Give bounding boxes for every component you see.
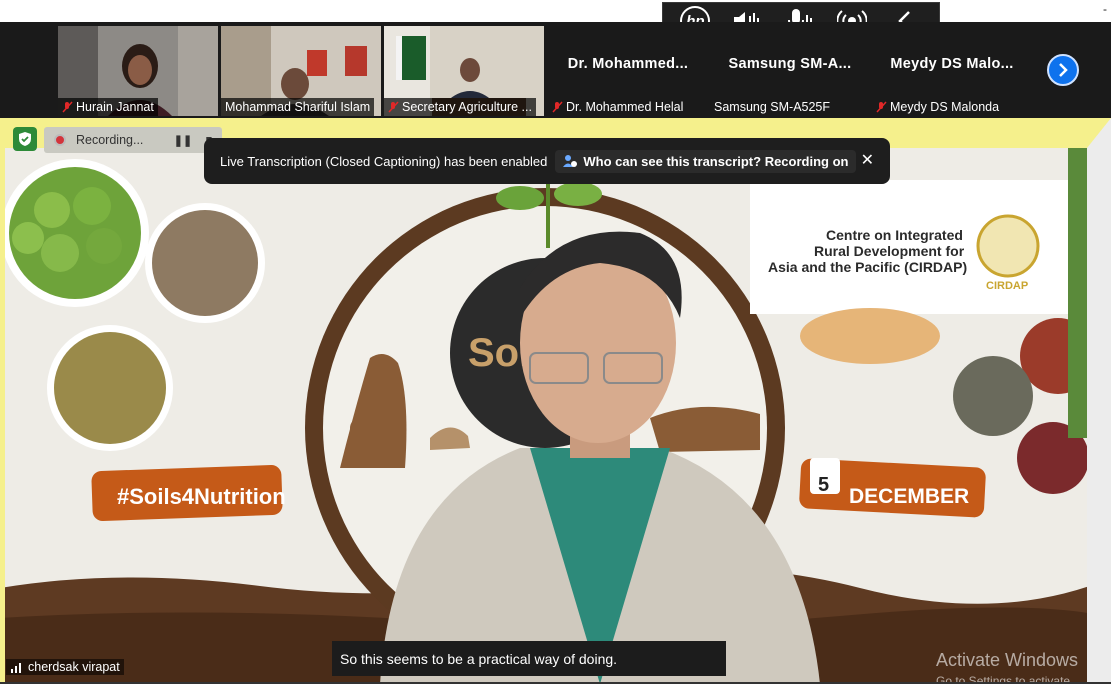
participant-display-name: Meydy DS Malo...: [890, 56, 1014, 72]
live-caption: So this seems to be a practical way of d…: [332, 641, 726, 676]
muted-mic-icon: [388, 101, 399, 113]
participant-name-label: Dr. Mohammed Helal: [548, 98, 687, 116]
participant-tile[interactable]: Hurain Jannat: [58, 26, 218, 116]
participant-name-label: Samsung SM-A525F: [714, 100, 831, 114]
activate-windows-title: Activate Windows: [936, 650, 1079, 670]
participant-tile[interactable]: Samsung SM-A... Samsung SM-A525F: [710, 26, 870, 116]
transcript-visibility-link[interactable]: Who can see this transcript? Recording o…: [555, 149, 857, 173]
cirdap-caption: CIRDAP: [986, 280, 1028, 292]
participant-tile[interactable]: Meydy DS Malo... Meydy DS Malonda: [872, 26, 1032, 116]
participant-name-label: Secretary Agriculture ...: [384, 98, 536, 116]
active-speaker-video: #Soils4Nutrition Soi Centre on Integrate…: [0, 118, 1111, 684]
participant-name-label: Hurain Jannat: [58, 98, 158, 116]
participant-name-label: Mohammad Shariful Islam: [221, 98, 375, 116]
close-icon[interactable]: ✕: [861, 150, 874, 170]
muted-mic-icon: [62, 101, 73, 113]
participant-name-label: Meydy DS Malonda: [872, 98, 1003, 116]
pause-recording-icon[interactable]: ❚❚: [174, 131, 192, 149]
active-speaker-label: cherdsak virapat: [6, 659, 124, 675]
security-shield-icon[interactable]: [13, 127, 37, 151]
transcription-notice: Live Transcription (Closed Captioning) h…: [204, 138, 890, 184]
muted-mic-icon: [552, 101, 563, 113]
participant-tile[interactable]: Mohammad Shariful Islam: [221, 26, 381, 116]
participant-display-name: Samsung SM-A...: [728, 56, 852, 72]
virtual-background-scene: #Soils4Nutrition Soi Centre on Integrate…: [0, 118, 1111, 684]
date-day-text: 5: [818, 474, 829, 496]
participant-tile[interactable]: Dr. Mohammed... Dr. Mohammed Helal: [548, 26, 708, 116]
cirdap-title-line1: Centre on Integrated: [826, 227, 963, 243]
minimize-dash[interactable]: -: [1103, 2, 1107, 16]
recording-label: Recording...: [76, 133, 144, 147]
transcription-notice-text: Live Transcription (Closed Captioning) h…: [220, 153, 548, 169]
participant-tile[interactable]: Secretary Agriculture ...: [384, 26, 544, 116]
date-month-text: DECEMBER: [849, 485, 969, 508]
participant-display-name: Dr. Mohammed...: [567, 56, 689, 72]
person-info-icon: [563, 155, 578, 167]
hashtag-text: #Soils4Nutrition: [117, 484, 286, 509]
cirdap-title-line2: Rural Development for: [814, 243, 965, 259]
next-page-arrow-icon[interactable]: [1047, 54, 1079, 86]
recording-indicator: Recording... ❚❚ ■: [44, 127, 222, 153]
top-bar: -: [0, 0, 1111, 22]
cirdap-title-line3: Asia and the Pacific (CIRDAP): [768, 259, 967, 275]
muted-mic-icon: [876, 101, 887, 113]
signal-strength-icon: [11, 663, 21, 673]
recording-dot-icon: [54, 134, 66, 146]
participant-strip: Hurain Jannat Mohammad Shariful Islam Se…: [0, 22, 1111, 118]
